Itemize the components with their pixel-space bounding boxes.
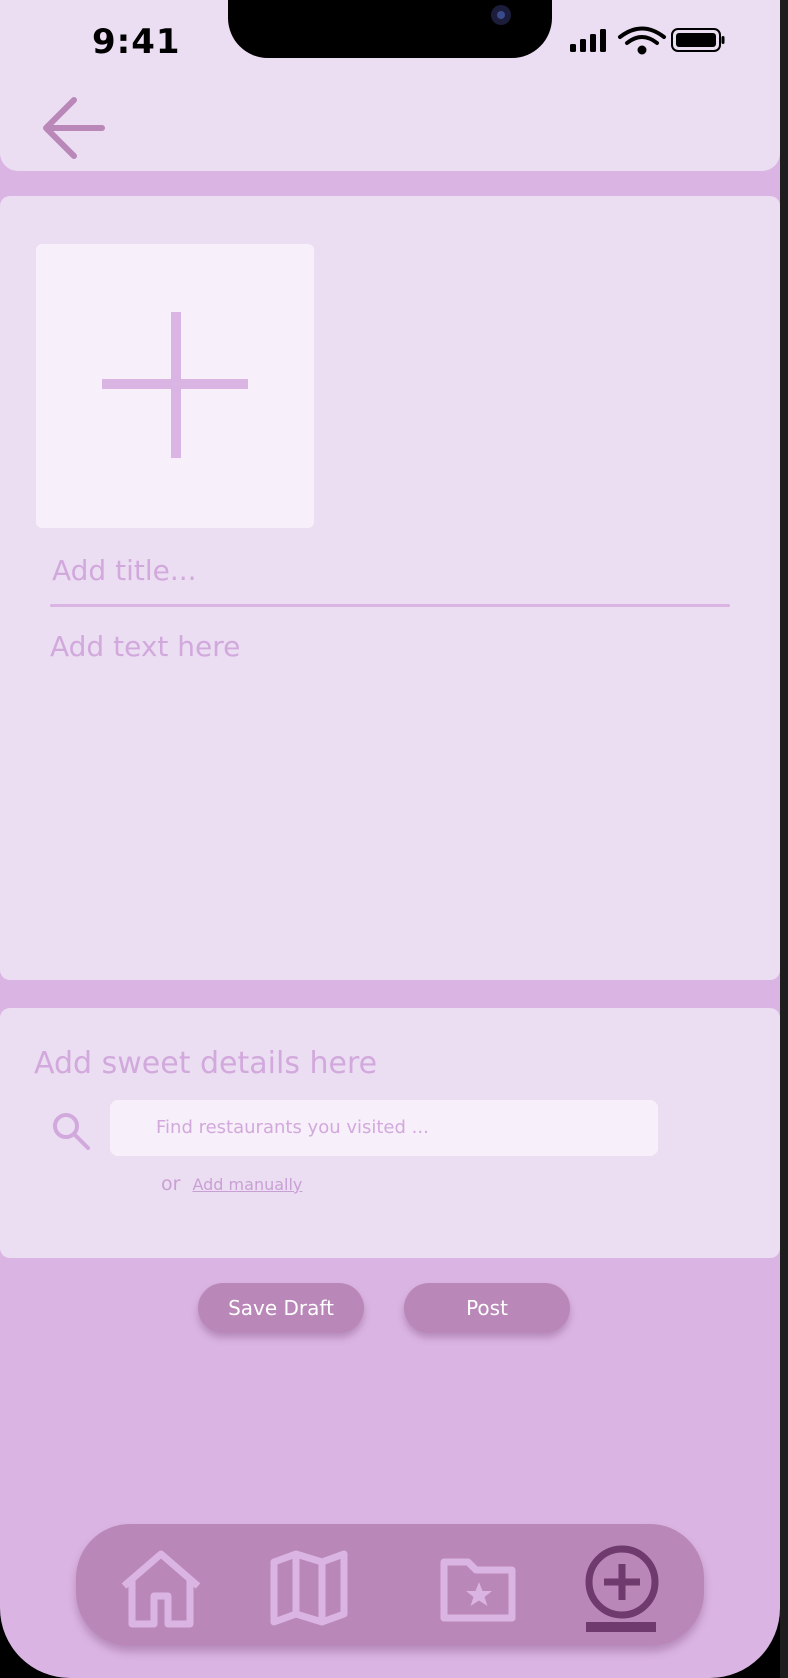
device-frame-edge xyxy=(780,0,788,1678)
or-text: or xyxy=(161,1173,181,1195)
restaurant-search-input[interactable]: Find restaurants you visited ... xyxy=(110,1100,658,1156)
nav-map[interactable] xyxy=(266,1548,352,1628)
device-notch xyxy=(228,0,552,58)
save-draft-button[interactable]: Save Draft xyxy=(198,1283,364,1333)
map-icon xyxy=(270,1550,348,1626)
front-camera xyxy=(491,5,511,25)
search-icon xyxy=(52,1112,92,1156)
title-input[interactable]: Add title... xyxy=(50,548,734,593)
add-manually-link[interactable]: Add manually xyxy=(192,1175,302,1194)
add-manually-row: or Add manually xyxy=(161,1173,302,1195)
title-underline xyxy=(50,604,730,607)
battery-icon xyxy=(671,28,725,52)
search-icon-svg xyxy=(53,1113,90,1150)
details-heading: Add sweet details here xyxy=(34,1046,378,1081)
search-placeholder: Find restaurants you visited ... xyxy=(156,1117,429,1138)
saved-folder-icon xyxy=(440,1558,516,1622)
app-screen: 9:41 Add title... Add text here Add swee… xyxy=(0,0,780,1678)
arrow-left-icon xyxy=(43,97,105,159)
details-card: Add sweet details here Find restaurants … xyxy=(0,1008,780,1258)
post-composer-card: Add title... Add text here xyxy=(0,196,780,980)
post-button[interactable]: Post xyxy=(404,1283,570,1333)
status-icons xyxy=(566,26,726,60)
plus-icon xyxy=(102,312,248,458)
add-post-icon xyxy=(585,1545,659,1632)
nav-home[interactable] xyxy=(118,1548,204,1628)
status-time: 9:41 xyxy=(92,22,181,62)
nav-saved[interactable] xyxy=(436,1548,522,1628)
home-icon xyxy=(121,1550,201,1628)
wifi-icon xyxy=(618,26,666,55)
bottom-nav-bar xyxy=(76,1524,704,1646)
cellular-signal-icon xyxy=(570,29,606,52)
add-photo-button[interactable] xyxy=(36,244,314,528)
body-text-input[interactable]: Add text here xyxy=(50,630,240,663)
nav-add-post[interactable] xyxy=(584,1544,660,1636)
back-button[interactable] xyxy=(40,92,110,162)
status-icons-svg xyxy=(570,26,725,55)
